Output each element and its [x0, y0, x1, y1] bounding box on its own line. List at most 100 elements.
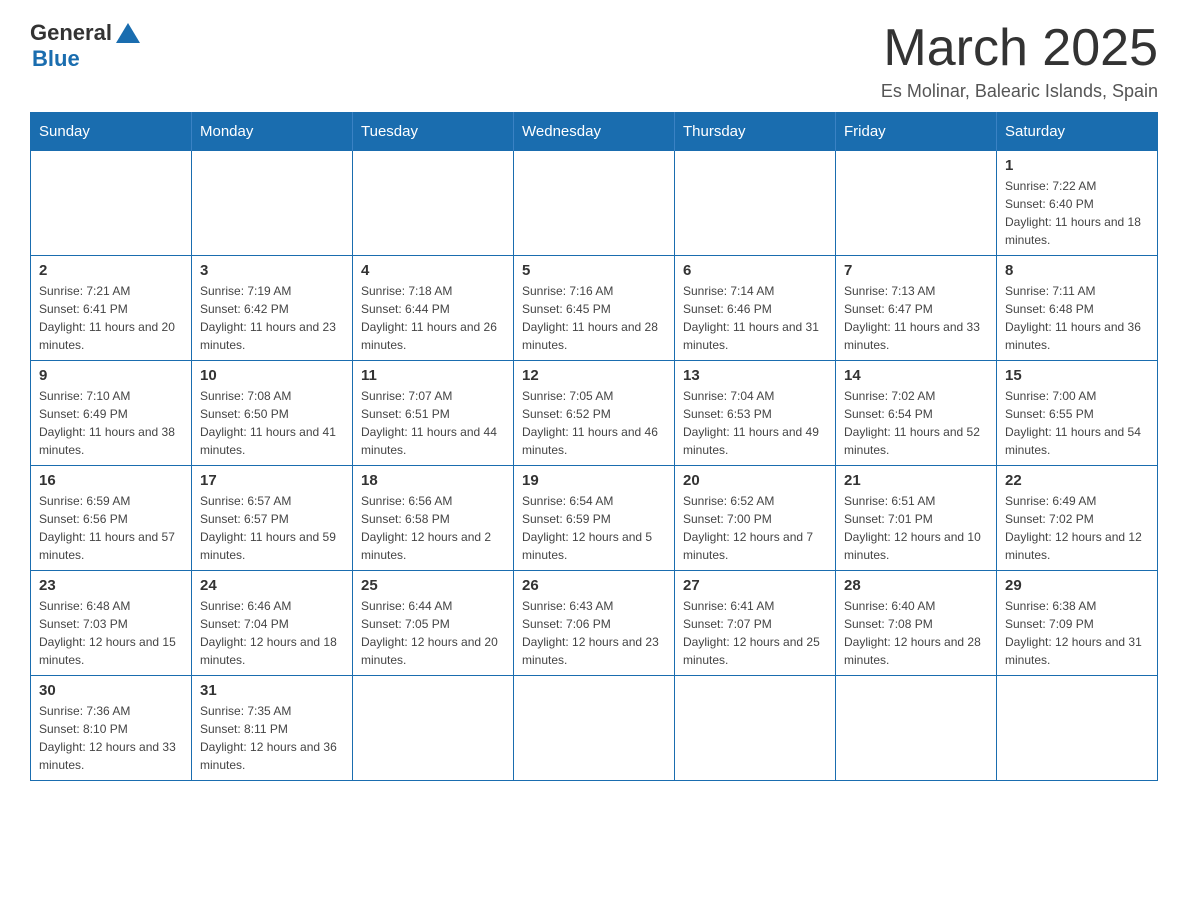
calendar-cell-w1-d1 — [31, 151, 192, 256]
day-info: Sunrise: 7:35 AMSunset: 8:11 PMDaylight:… — [200, 702, 344, 774]
day-number: 31 — [200, 682, 344, 699]
day-info: Sunrise: 6:56 AMSunset: 6:58 PMDaylight:… — [361, 492, 505, 564]
page-header: General Blue March 2025 Es Molinar, Bale… — [30, 20, 1158, 102]
col-header-monday: Monday — [192, 113, 353, 151]
calendar-cell-w6-d7 — [997, 676, 1158, 781]
day-number: 5 — [522, 262, 666, 279]
col-header-saturday: Saturday — [997, 113, 1158, 151]
day-info: Sunrise: 6:54 AMSunset: 6:59 PMDaylight:… — [522, 492, 666, 564]
day-info: Sunrise: 6:44 AMSunset: 7:05 PMDaylight:… — [361, 597, 505, 669]
day-number: 25 — [361, 577, 505, 594]
day-info: Sunrise: 7:11 AMSunset: 6:48 PMDaylight:… — [1005, 282, 1149, 354]
calendar-cell-w1-d2 — [192, 151, 353, 256]
calendar-cell-w4-d5: 20 Sunrise: 6:52 AMSunset: 7:00 PMDayligh… — [675, 466, 836, 571]
calendar-cell-w6-d1: 30 Sunrise: 7:36 AMSunset: 8:10 PMDayligh… — [31, 676, 192, 781]
day-number: 1 — [1005, 157, 1149, 174]
calendar-cell-w5-d7: 29 Sunrise: 6:38 AMSunset: 7:09 PMDayligh… — [997, 571, 1158, 676]
calendar-cell-w6-d6 — [836, 676, 997, 781]
calendar-header-row: Sunday Monday Tuesday Wednesday Thursday… — [31, 113, 1158, 151]
calendar-cell-w3-d1: 9 Sunrise: 7:10 AMSunset: 6:49 PMDaylight… — [31, 361, 192, 466]
day-info: Sunrise: 6:59 AMSunset: 6:56 PMDaylight:… — [39, 492, 183, 564]
calendar-cell-w1-d4 — [514, 151, 675, 256]
day-info: Sunrise: 7:00 AMSunset: 6:55 PMDaylight:… — [1005, 387, 1149, 459]
day-number: 28 — [844, 577, 988, 594]
calendar-cell-w5-d2: 24 Sunrise: 6:46 AMSunset: 7:04 PMDayligh… — [192, 571, 353, 676]
calendar-cell-w6-d2: 31 Sunrise: 7:35 AMSunset: 8:11 PMDayligh… — [192, 676, 353, 781]
calendar-cell-w3-d3: 11Sunrise: 7:07 AMSunset: 6:51 PMDayligh… — [353, 361, 514, 466]
title-section: March 2025 Es Molinar, Balearic Islands,… — [881, 20, 1158, 102]
day-number: 2 — [39, 262, 183, 279]
day-number: 12 — [522, 367, 666, 384]
logo-triangle-icon — [116, 23, 140, 43]
calendar-cell-w1-d7: 1 Sunrise: 7:22 AMSunset: 6:40 PMDaylight… — [997, 151, 1158, 256]
day-number: 24 — [200, 577, 344, 594]
day-number: 18 — [361, 472, 505, 489]
day-number: 3 — [200, 262, 344, 279]
day-info: Sunrise: 6:40 AMSunset: 7:08 PMDaylight:… — [844, 597, 988, 669]
day-info: Sunrise: 7:19 AMSunset: 6:42 PMDaylight:… — [200, 282, 344, 354]
calendar-week-5: 23Sunrise: 6:48 AMSunset: 7:03 PMDayligh… — [31, 571, 1158, 676]
calendar-week-6: 30 Sunrise: 7:36 AMSunset: 8:10 PMDayligh… — [31, 676, 1158, 781]
day-number: 17 — [200, 472, 344, 489]
day-number: 29 — [1005, 577, 1149, 594]
day-info: Sunrise: 7:14 AMSunset: 6:46 PMDaylight:… — [683, 282, 827, 354]
calendar-cell-w3-d6: 14Sunrise: 7:02 AMSunset: 6:54 PMDayligh… — [836, 361, 997, 466]
day-info: Sunrise: 7:21 AMSunset: 6:41 PMDaylight:… — [39, 282, 183, 354]
day-info: Sunrise: 7:16 AMSunset: 6:45 PMDaylight:… — [522, 282, 666, 354]
day-info: Sunrise: 7:22 AMSunset: 6:40 PMDaylight:… — [1005, 177, 1149, 249]
calendar-cell-w3-d7: 15 Sunrise: 7:00 AMSunset: 6:55 PMDayligh… — [997, 361, 1158, 466]
day-info: Sunrise: 6:41 AMSunset: 7:07 PMDaylight:… — [683, 597, 827, 669]
calendar-cell-w2-d6: 7 Sunrise: 7:13 AMSunset: 6:47 PMDaylight… — [836, 256, 997, 361]
calendar-cell-w5-d5: 27Sunrise: 6:41 AMSunset: 7:07 PMDayligh… — [675, 571, 836, 676]
day-info: Sunrise: 7:36 AMSunset: 8:10 PMDaylight:… — [39, 702, 183, 774]
day-number: 14 — [844, 367, 988, 384]
calendar-cell-w3-d2: 10 Sunrise: 7:08 AMSunset: 6:50 PMDayligh… — [192, 361, 353, 466]
day-info: Sunrise: 7:13 AMSunset: 6:47 PMDaylight:… — [844, 282, 988, 354]
calendar-cell-w2-d4: 5 Sunrise: 7:16 AMSunset: 6:45 PMDaylight… — [514, 256, 675, 361]
day-number: 22 — [1005, 472, 1149, 489]
calendar-cell-w2-d5: 6 Sunrise: 7:14 AMSunset: 6:46 PMDaylight… — [675, 256, 836, 361]
calendar-cell-w5-d3: 25 Sunrise: 6:44 AMSunset: 7:05 PMDayligh… — [353, 571, 514, 676]
day-number: 9 — [39, 367, 183, 384]
day-info: Sunrise: 7:10 AMSunset: 6:49 PMDaylight:… — [39, 387, 183, 459]
day-number: 15 — [1005, 367, 1149, 384]
day-number: 23 — [39, 577, 183, 594]
calendar-cell-w4-d2: 17 Sunrise: 6:57 AMSunset: 6:57 PMDayligh… — [192, 466, 353, 571]
day-number: 19 — [522, 472, 666, 489]
col-header-wednesday: Wednesday — [514, 113, 675, 151]
day-number: 30 — [39, 682, 183, 699]
calendar-cell-w5-d6: 28 Sunrise: 6:40 AMSunset: 7:08 PMDayligh… — [836, 571, 997, 676]
day-info: Sunrise: 7:08 AMSunset: 6:50 PMDaylight:… — [200, 387, 344, 459]
day-number: 7 — [844, 262, 988, 279]
day-info: Sunrise: 6:43 AMSunset: 7:06 PMDaylight:… — [522, 597, 666, 669]
day-number: 10 — [200, 367, 344, 384]
logo: General Blue — [30, 20, 140, 72]
calendar-cell-w6-d4 — [514, 676, 675, 781]
calendar-cell-w2-d7: 8Sunrise: 7:11 AMSunset: 6:48 PMDaylight… — [997, 256, 1158, 361]
calendar-cell-w6-d5 — [675, 676, 836, 781]
calendar-cell-w3-d4: 12 Sunrise: 7:05 AMSunset: 6:52 PMDayligh… — [514, 361, 675, 466]
calendar-cell-w4-d7: 22 Sunrise: 6:49 AMSunset: 7:02 PMDayligh… — [997, 466, 1158, 571]
day-number: 20 — [683, 472, 827, 489]
calendar-cell-w5-d4: 26Sunrise: 6:43 AMSunset: 7:06 PMDayligh… — [514, 571, 675, 676]
calendar-week-3: 9 Sunrise: 7:10 AMSunset: 6:49 PMDaylight… — [31, 361, 1158, 466]
calendar-week-4: 16 Sunrise: 6:59 AMSunset: 6:56 PMDayligh… — [31, 466, 1158, 571]
day-info: Sunrise: 6:38 AMSunset: 7:09 PMDaylight:… — [1005, 597, 1149, 669]
day-info: Sunrise: 6:57 AMSunset: 6:57 PMDaylight:… — [200, 492, 344, 564]
day-number: 6 — [683, 262, 827, 279]
logo-general-text: General — [30, 20, 112, 46]
day-number: 11 — [361, 367, 505, 384]
logo-blue-text: Blue — [32, 46, 80, 72]
calendar-cell-w5-d1: 23Sunrise: 6:48 AMSunset: 7:03 PMDayligh… — [31, 571, 192, 676]
day-info: Sunrise: 6:46 AMSunset: 7:04 PMDaylight:… — [200, 597, 344, 669]
calendar-cell-w4-d3: 18 Sunrise: 6:56 AMSunset: 6:58 PMDayligh… — [353, 466, 514, 571]
calendar-cell-w1-d6 — [836, 151, 997, 256]
day-info: Sunrise: 6:52 AMSunset: 7:00 PMDaylight:… — [683, 492, 827, 564]
day-info: Sunrise: 6:49 AMSunset: 7:02 PMDaylight:… — [1005, 492, 1149, 564]
day-info: Sunrise: 7:05 AMSunset: 6:52 PMDaylight:… — [522, 387, 666, 459]
col-header-sunday: Sunday — [31, 113, 192, 151]
month-title: March 2025 — [881, 20, 1158, 77]
calendar-cell-w2-d2: 3 Sunrise: 7:19 AMSunset: 6:42 PMDaylight… — [192, 256, 353, 361]
day-number: 16 — [39, 472, 183, 489]
calendar-cell-w6-d3 — [353, 676, 514, 781]
